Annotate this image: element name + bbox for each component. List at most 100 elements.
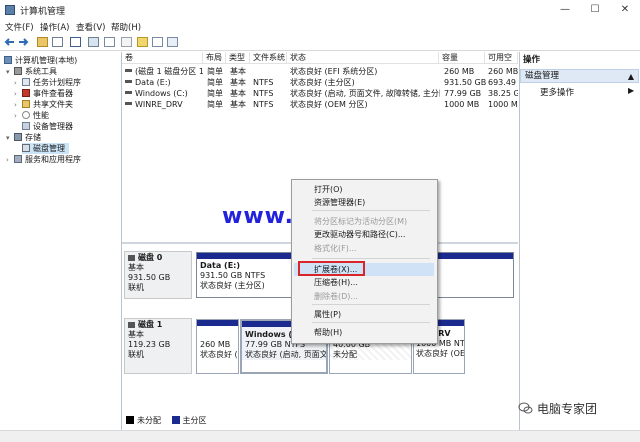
tree-performance-label: 性能: [33, 111, 49, 120]
more-actions[interactable]: 更多操作 ▶: [540, 86, 634, 98]
minimize-button[interactable]: —: [550, 0, 580, 20]
chevron-down-icon[interactable]: ▾: [6, 133, 14, 144]
tree-shared-folders[interactable]: › 共享文件夹: [14, 99, 73, 110]
partition-status: 状态良好 (启动, 页面文(: [245, 350, 328, 359]
table-row[interactable]: WINRE_DRV: [125, 99, 203, 110]
column-header-filesystem[interactable]: 文件系统: [250, 52, 287, 64]
task-scheduler-icon: [22, 78, 30, 86]
volume-icon: [125, 69, 132, 72]
tree-shared-folders-label: 共享文件夹: [33, 100, 73, 109]
menu-separator: [312, 304, 430, 305]
tree-task-scheduler[interactable]: › 任务计划程序: [14, 77, 81, 88]
menu-separator: [312, 210, 430, 211]
partition-name: Windows (C: [245, 330, 298, 339]
tree-system-tools-label: 系统工具: [25, 67, 57, 76]
column-header-volume[interactable]: 卷: [122, 52, 203, 64]
show-tree-icon[interactable]: [52, 37, 63, 47]
list-icon[interactable]: [104, 37, 115, 47]
cell-layout: 简单: [207, 78, 223, 87]
checklist-icon[interactable]: [121, 37, 132, 47]
collapse-icon[interactable]: ▲: [628, 70, 634, 83]
tree-system-tools[interactable]: ▾ 系统工具: [6, 66, 57, 77]
search-icon[interactable]: [152, 37, 163, 47]
disk-1-label[interactable]: 磁盘 1 基本 119.23 GB 联机: [124, 318, 192, 374]
column-header-free[interactable]: 可用空: [485, 52, 518, 64]
properties-icon[interactable]: [70, 37, 81, 47]
table-row[interactable]: (磁盘 1 磁盘分区 1): [125, 66, 203, 77]
menu-file[interactable]: 文件(F): [5, 21, 34, 33]
disk-1-size: 119.23 GB: [128, 340, 171, 349]
tools-icon: [14, 67, 22, 75]
forward-arrow-icon[interactable]: [18, 37, 29, 47]
table-row[interactable]: Data (E:): [125, 77, 203, 88]
chevron-right-icon: ▶: [628, 86, 635, 95]
actions-section-label: 磁盘管理: [525, 71, 560, 81]
cell-free: 693.49: [488, 78, 516, 87]
tree-disk-management[interactable]: 磁盘管理: [22, 143, 69, 154]
cell-volume: WINRE_DRV: [135, 100, 183, 109]
computer-icon: [4, 56, 12, 64]
menu-item-properties[interactable]: 属性(P): [314, 309, 341, 320]
disk-0-state: 联机: [128, 283, 144, 292]
tree-services[interactable]: › 服务和应用程序: [6, 154, 81, 165]
back-arrow-icon[interactable]: [4, 37, 15, 47]
chevron-down-icon[interactable]: ▾: [6, 67, 14, 78]
volume-icon: [125, 80, 132, 83]
cell-layout: 简单: [207, 100, 223, 109]
menu-separator: [312, 258, 430, 259]
view-icon[interactable]: [88, 37, 99, 47]
actions-pane: [519, 52, 640, 430]
tree-root[interactable]: 计算机管理(本地): [4, 55, 77, 66]
column-header-capacity[interactable]: 容量: [439, 52, 485, 64]
tree-event-viewer-label: 事件查看器: [33, 89, 73, 98]
tree-performance[interactable]: › 性能: [14, 110, 49, 121]
tree-root-label: 计算机管理(本地): [15, 56, 78, 65]
menu-item-explorer[interactable]: 资源管理器(E): [314, 197, 365, 208]
menu-action[interactable]: 操作(A): [40, 21, 69, 33]
cell-status: 状态良好 (主分区): [290, 78, 355, 87]
cell-type: 基本: [230, 89, 246, 98]
performance-icon: [22, 111, 30, 119]
tree-device-manager[interactable]: 设备管理器: [22, 121, 73, 132]
partition-efi[interactable]: 260 MB 状态良好 (: [196, 319, 239, 374]
up-folder-icon[interactable]: [37, 37, 48, 47]
partition-status: 状态良好 (: [200, 350, 238, 359]
menu-item-open[interactable]: 打开(O): [314, 184, 343, 195]
event-viewer-icon: [22, 89, 30, 97]
disk-icon: [128, 322, 135, 328]
column-header-layout[interactable]: 布局: [203, 52, 226, 64]
title-bar: [0, 0, 640, 21]
brand-text: 电脑专家团: [537, 402, 598, 416]
maximize-button[interactable]: ☐: [580, 0, 610, 20]
close-button[interactable]: ✕: [610, 0, 640, 20]
partition-size: 260 MB: [200, 340, 231, 349]
volume-icon: [125, 91, 132, 94]
legend: 未分配 主分区: [122, 412, 518, 430]
chevron-right-icon[interactable]: ›: [6, 155, 14, 166]
cell-volume: Data (E:): [135, 78, 171, 87]
export-icon[interactable]: [167, 37, 178, 47]
cell-free: 1000 M: [488, 100, 518, 109]
disk-0-label[interactable]: 磁盘 0 基本 931.50 GB 联机: [124, 251, 192, 299]
column-header-status[interactable]: 状态: [287, 52, 439, 64]
table-row[interactable]: Windows (C:): [125, 88, 203, 99]
menu-view[interactable]: 查看(V): [76, 21, 105, 33]
actions-title: 操作: [523, 55, 541, 65]
storage-icon: [14, 133, 22, 141]
folder-icon[interactable]: [137, 37, 148, 47]
status-bar: [0, 430, 640, 442]
tree-storage[interactable]: ▾ 存储: [6, 132, 41, 143]
menu-item-shrink-volume[interactable]: 压缩卷(H)...: [314, 277, 358, 288]
cell-layout: 简单: [207, 89, 223, 98]
cell-fs: NTFS: [253, 100, 274, 109]
column-header-type[interactable]: 类型: [226, 52, 250, 64]
menu-item-mark-active: 将分区标记为活动分区(M): [314, 217, 408, 226]
menu-item-help[interactable]: 帮助(H): [314, 327, 342, 338]
chevron-right-icon[interactable]: ›: [14, 111, 22, 122]
menu-item-change-letter[interactable]: 更改驱动器号和路径(C)...: [314, 229, 405, 240]
actions-section-disk-management[interactable]: 磁盘管理 ▲: [520, 69, 639, 83]
tree-event-viewer[interactable]: › 事件查看器: [14, 88, 73, 99]
menu-help[interactable]: 帮助(H): [111, 21, 141, 33]
disk-0-type: 基本: [128, 263, 144, 272]
cell-volume: Windows (C:): [135, 89, 188, 98]
